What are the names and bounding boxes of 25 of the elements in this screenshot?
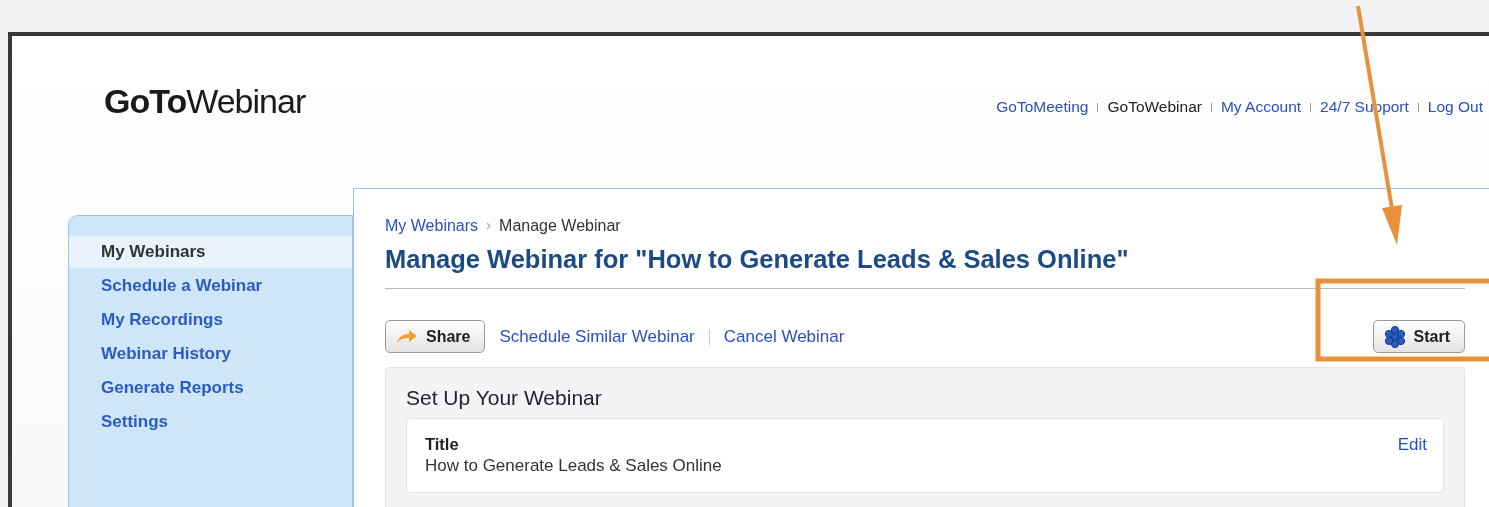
arrow-icon [396, 329, 418, 344]
chevron-icon [486, 222, 492, 230]
action-link[interactable]: Cancel Webinar [723, 326, 845, 347]
nav-link[interactable]: My Account [1220, 98, 1302, 116]
sidebar-item[interactable]: Schedule a Webinar [69, 270, 352, 302]
nav-link[interactable]: GoToMeeting [996, 98, 1089, 116]
logo: GoToWebinar [104, 82, 306, 121]
section-heading: Set Up Your Webinar [406, 386, 603, 410]
edit-link[interactable]: Edit [1397, 435, 1427, 455]
flower-icon [1383, 325, 1406, 348]
share-button[interactable]: Share [385, 320, 486, 353]
field-label: Title [425, 435, 460, 454]
sidebar-item[interactable]: Generate Reports [69, 372, 352, 404]
current-page-label: Manage Webinar [499, 217, 621, 235]
action-link[interactable]: Schedule Similar Webinar [499, 326, 695, 347]
nav-link[interactable]: Log Out [1427, 98, 1483, 116]
field-value: How to Generate Leads & Sales Online [425, 456, 722, 476]
sidebar-item[interactable]: My Recordings [69, 304, 352, 336]
sidebar-item[interactable]: Settings [69, 406, 352, 438]
start-button[interactable]: Start [1372, 320, 1465, 353]
page-title: Manage Webinar for "How to Generate Leads & Sales Online" [385, 245, 1465, 289]
sidebar-item[interactable]: Webinar History [69, 338, 352, 370]
breadcrumb-link[interactable]: My Webinars [385, 217, 479, 235]
sidebar-item[interactable]: My Webinars [69, 236, 352, 268]
nav-link[interactable]: GoToWebinar [1107, 98, 1202, 116]
